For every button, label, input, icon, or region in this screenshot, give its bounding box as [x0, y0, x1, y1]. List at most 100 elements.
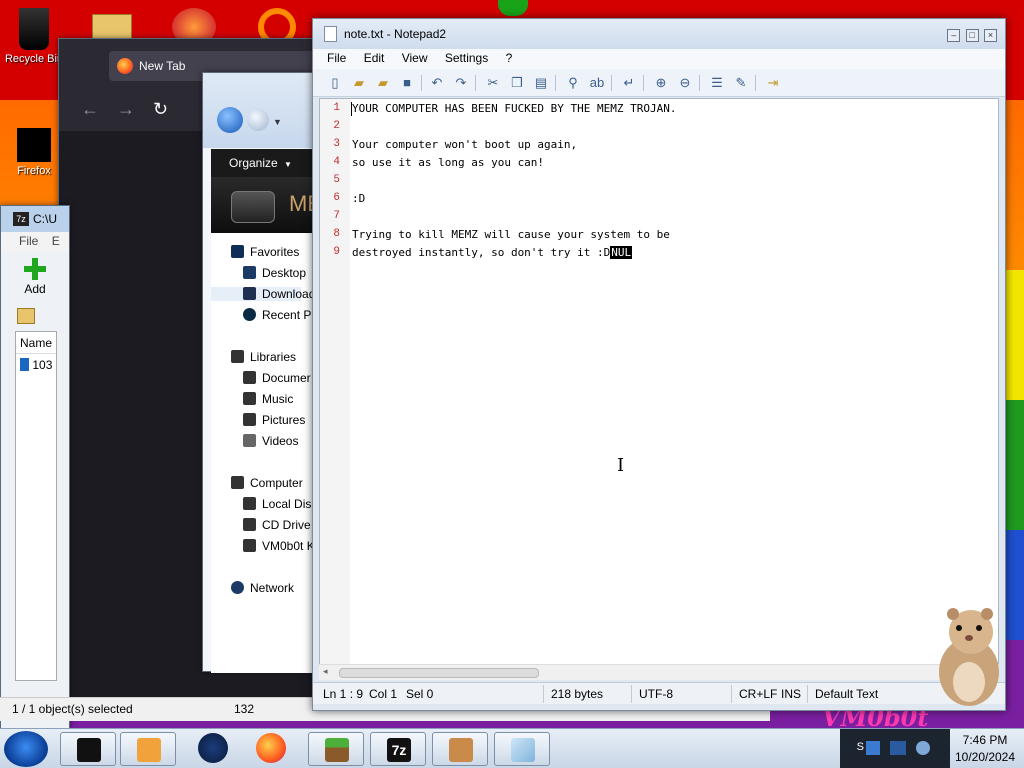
nav-vm-drive[interactable]: VM0b0t K	[243, 539, 315, 553]
forward-button-icon[interactable]	[247, 109, 269, 131]
browse-icon[interactable]: ▰	[375, 75, 391, 91]
file-icon	[20, 358, 29, 371]
explorer-window[interactable]: ▼ Organize ▼ ME Favorites Desktop Downlo…	[202, 72, 323, 673]
text-line: YOUR COMPUTER HAS BEEN FUCKED BY THE MEM…	[352, 102, 677, 115]
notepad2-titlebar[interactable]: note.txt - Notepad2 – □ ×	[313, 19, 1005, 49]
status-size: 218 bytes	[551, 687, 604, 701]
zoom-in-icon[interactable]: ⊕	[653, 75, 669, 91]
horizontal-scrollbar[interactable]: ◂	[319, 664, 999, 680]
7zip-title: C:\U	[33, 212, 57, 226]
taskbar: 7z S 7:46 PM 10/20/2024	[0, 728, 1024, 768]
minimize-icon[interactable]: –	[947, 29, 961, 42]
clock[interactable]: 7:46 PM 10/20/2024	[950, 732, 1020, 766]
nav-desktop[interactable]: Desktop	[243, 266, 306, 280]
history-dropdown-icon[interactable]: ▼	[273, 117, 282, 127]
nav-music[interactable]: Music	[243, 392, 293, 406]
menu-view[interactable]: View	[402, 51, 428, 65]
taskbar-notepad2[interactable]	[494, 732, 550, 766]
scheme-icon[interactable]: ☰	[709, 75, 725, 91]
undo-icon[interactable]: ↶	[429, 75, 445, 91]
7zip-column-name[interactable]: Name	[16, 332, 56, 354]
tray-text: S	[856, 741, 864, 753]
scrollbar-thumb[interactable]	[339, 668, 539, 678]
scroll-left-icon[interactable]: ◂	[323, 666, 328, 677]
mouse-ibeam-cursor: I	[617, 455, 625, 476]
redo-icon[interactable]: ↷	[453, 75, 469, 91]
7zip-add-button[interactable]: Add	[15, 258, 55, 296]
nav-music-label: Music	[262, 392, 294, 406]
notepad2-window[interactable]: note.txt - Notepad2 – □ × File Edit View…	[312, 18, 1006, 711]
firefox-desktop-icon[interactable]: Firefox	[4, 128, 64, 177]
7zip-window[interactable]: 7z C:\U File E Add Name 103	[0, 205, 70, 730]
nav-cd-drive[interactable]: CD Drive	[243, 518, 311, 532]
7zip-menubar: File E	[1, 232, 69, 252]
computer-icon	[231, 476, 244, 489]
menu-settings[interactable]: Settings	[445, 51, 488, 65]
taskbar-minecraft[interactable]	[308, 732, 364, 766]
open-folder-icon[interactable]: ▰	[351, 75, 367, 91]
paste-icon[interactable]: ▤	[533, 75, 549, 91]
taskbar-earth[interactable]	[184, 732, 240, 766]
taskbar-terminal[interactable]	[60, 732, 116, 766]
back-arrow-icon[interactable]: ←	[81, 99, 99, 120]
status-scheme: Default Text	[815, 687, 879, 701]
start-button[interactable]	[4, 731, 48, 767]
menu-help[interactable]: ?	[506, 51, 513, 65]
nav-favorites[interactable]: Favorites	[231, 245, 299, 259]
volume-tray-icon[interactable]	[916, 741, 930, 755]
menu-edit[interactable]: Edit	[364, 51, 385, 65]
nav-network[interactable]: Network	[231, 581, 294, 595]
word-wrap-icon[interactable]: ↵	[621, 75, 637, 91]
nav-computer[interactable]: Computer	[231, 476, 303, 490]
back-button-icon[interactable]	[217, 107, 243, 133]
7zip-menu-file[interactable]: File	[19, 234, 38, 248]
drive-icon	[243, 539, 256, 552]
nav-pictures[interactable]: Pictures	[243, 413, 305, 427]
nav-local-disk-label: Local Disk	[262, 497, 318, 511]
close-icon[interactable]: ×	[984, 29, 997, 42]
nav-favorites-label: Favorites	[250, 245, 300, 259]
taskbar-media-player[interactable]	[120, 732, 176, 766]
maximize-icon[interactable]: □	[965, 29, 979, 42]
nav-desktop-label: Desktop	[262, 266, 307, 280]
nav-network-label: Network	[250, 581, 295, 595]
reload-icon[interactable]: ↻	[153, 99, 168, 120]
plus-icon	[24, 258, 46, 280]
zoom-out-icon[interactable]: ⊖	[677, 75, 693, 91]
find-icon[interactable]: ⚲	[565, 75, 581, 91]
7zip-logo-icon: 7z	[13, 212, 29, 226]
recycle-bin-desktop-icon[interactable]: Recycle Bin	[4, 8, 64, 65]
nav-downloads[interactable]: Download	[211, 287, 315, 301]
taskbar-hamster[interactable]	[432, 732, 488, 766]
nav-libraries[interactable]: Libraries	[231, 350, 296, 364]
line-number: 1	[333, 102, 340, 114]
editor-area[interactable]: 1 YOUR COMPUTER HAS BEEN FUCKED BY THE M…	[319, 98, 999, 673]
copy-icon[interactable]: ❐	[509, 75, 525, 91]
new-file-icon[interactable]: ▯	[327, 75, 343, 91]
cut-icon[interactable]: ✂	[485, 75, 501, 91]
7zip-menu-edit[interactable]: E	[52, 234, 60, 248]
exit-icon[interactable]: ⇥	[765, 75, 781, 91]
nav-local-disk[interactable]: Local Disk	[243, 497, 317, 511]
table-row[interactable]: 103	[16, 354, 56, 372]
taskbar-7zip[interactable]: 7z	[370, 732, 426, 766]
earth-icon	[198, 733, 228, 763]
organize-button[interactable]: Organize ▼	[211, 149, 323, 177]
display-tray-icon[interactable]	[890, 741, 906, 755]
nav-documents[interactable]: Documer	[243, 371, 311, 385]
save-icon[interactable]: ■	[399, 75, 415, 91]
documents-icon	[243, 371, 256, 384]
customize-icon[interactable]: ✎	[733, 75, 749, 91]
nav-recent[interactable]: Recent Pl	[243, 308, 314, 322]
grass-block-icon	[325, 738, 349, 762]
network-tray-icon[interactable]	[866, 741, 880, 755]
menu-file[interactable]: File	[327, 51, 346, 65]
taskbar-firefox[interactable]	[244, 732, 300, 766]
forward-arrow-icon[interactable]: →	[117, 99, 135, 120]
nav-videos[interactable]: Videos	[243, 434, 298, 448]
replace-icon[interactable]: ab	[589, 75, 605, 91]
desktop-icon	[243, 266, 256, 279]
downloads-icon	[243, 287, 256, 300]
up-folder-icon[interactable]	[17, 308, 35, 324]
7zip-file-list[interactable]: Name 103	[15, 331, 57, 681]
